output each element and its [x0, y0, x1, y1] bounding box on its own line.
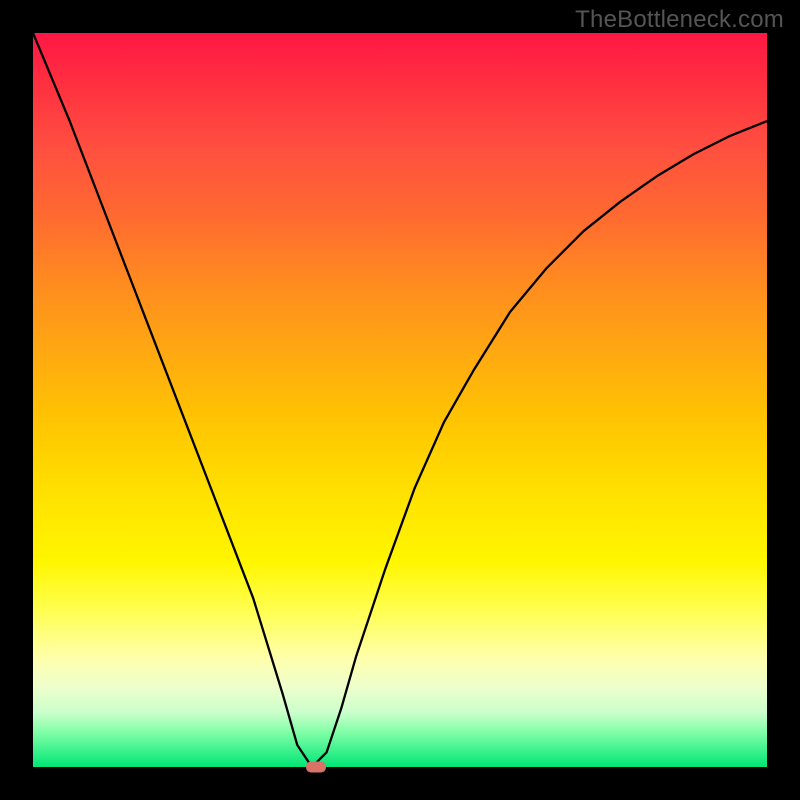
- bottleneck-curve: [33, 33, 767, 767]
- optimal-marker: [306, 762, 326, 773]
- chart-container: TheBottleneck.com: [0, 0, 800, 800]
- plot-area: [33, 33, 767, 767]
- watermark-text: TheBottleneck.com: [575, 6, 784, 34]
